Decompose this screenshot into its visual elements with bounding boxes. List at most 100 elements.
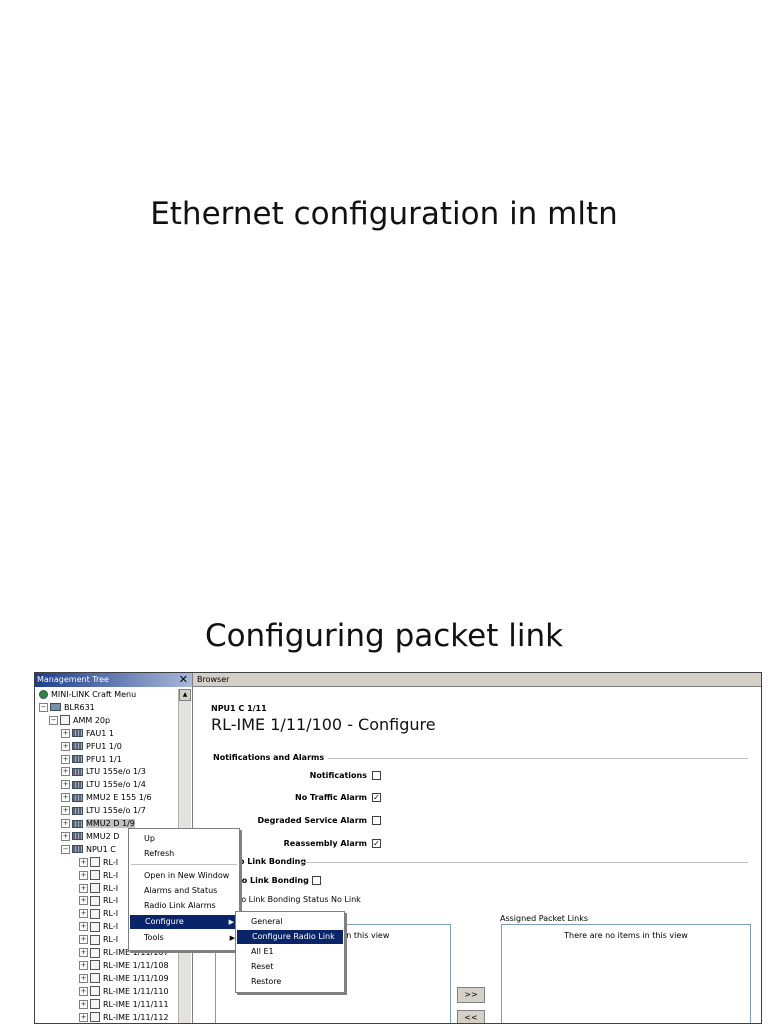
tree-node-label: RL-IME 1/11/110 bbox=[103, 986, 169, 996]
expand-icon[interactable]: + bbox=[79, 1012, 88, 1022]
slide-title-packet-link: Configuring packet link bbox=[204, 618, 564, 654]
tree-node[interactable]: + RL-I bbox=[79, 934, 118, 946]
expand-icon[interactable]: + bbox=[79, 922, 88, 932]
tree-node-label: MMU2 D 1/9 bbox=[86, 819, 135, 828]
menu-separator bbox=[131, 864, 237, 865]
submenu-item-reset[interactable]: Reset bbox=[236, 960, 344, 974]
menu-item-open-new-window[interactable]: Open in New Window bbox=[129, 869, 239, 883]
doc-icon bbox=[90, 986, 100, 997]
reassembly-alarm-checkbox[interactable]: ✓ bbox=[372, 839, 381, 848]
tree-node[interactable]: + LTU 155e/o 1/4 bbox=[61, 779, 146, 791]
doc-icon bbox=[90, 947, 100, 958]
assigned-packet-links-label: Assigned Packet Links bbox=[500, 914, 588, 923]
tree-node[interactable]: + LTU 155e/o 1/7 bbox=[61, 805, 146, 817]
menu-item-up[interactable]: Up bbox=[129, 832, 239, 846]
expand-icon[interactable]: + bbox=[61, 793, 70, 803]
expand-icon[interactable]: + bbox=[61, 806, 70, 816]
expand-icon[interactable]: + bbox=[79, 986, 88, 996]
add-button[interactable]: >> bbox=[457, 987, 485, 1003]
tree-node[interactable]: + PFU1 1/1 bbox=[61, 754, 122, 766]
menu-item-radio-link-alarms[interactable]: Radio Link Alarms bbox=[129, 899, 239, 913]
tree-node[interactable]: + RL-I bbox=[79, 870, 118, 882]
doc-icon bbox=[90, 857, 100, 868]
tree-node-label: RL-IME 1/11/111 bbox=[103, 999, 169, 1009]
tree-node[interactable]: + RL-IME 1/11/108 bbox=[79, 960, 169, 972]
remove-button[interactable]: << bbox=[457, 1010, 485, 1023]
tree-node[interactable]: MINI-LINK Craft Menu bbox=[39, 689, 136, 701]
collapse-icon[interactable]: − bbox=[49, 715, 58, 725]
expand-icon[interactable]: + bbox=[79, 857, 88, 867]
expand-icon[interactable]: + bbox=[79, 883, 88, 893]
assigned-links-list[interactable]: There are no items in this view bbox=[501, 924, 751, 1023]
tree-node[interactable]: + RL-I bbox=[79, 857, 118, 869]
breadcrumb: NPU1 C 1/11 bbox=[211, 704, 267, 713]
notifications-checkbox[interactable] bbox=[372, 771, 381, 780]
tree-node-label: AMM 20p bbox=[73, 715, 111, 725]
link-bonding-checkbox[interactable] bbox=[312, 876, 321, 885]
page-title: RL-IME 1/11/100 - Configure bbox=[211, 715, 436, 734]
submenu-item-general[interactable]: General bbox=[236, 915, 344, 929]
doc-icon bbox=[90, 908, 100, 919]
node-icon bbox=[50, 703, 61, 712]
card-icon bbox=[72, 755, 83, 763]
tree-node[interactable]: + RL-I bbox=[79, 883, 118, 895]
menu-item-configure[interactable]: Configure ▶ bbox=[130, 915, 238, 929]
tree-node-label: LTU 155e/o 1/3 bbox=[86, 767, 146, 777]
tree-node[interactable]: + RL-IME 1/11/111 bbox=[79, 999, 169, 1011]
tree-node[interactable]: − NPU1 C bbox=[61, 844, 116, 856]
section-divider bbox=[328, 758, 748, 759]
submenu-item-configure-radio-link[interactable]: Configure Radio Link bbox=[237, 930, 343, 944]
expand-icon[interactable]: + bbox=[79, 999, 88, 1009]
tree-node[interactable]: + RL-IME 1/11/109 bbox=[79, 973, 169, 985]
card-icon bbox=[72, 729, 83, 738]
tree-node-label: BLR631 bbox=[64, 702, 95, 712]
scroll-up-icon[interactable]: ▲ bbox=[179, 689, 191, 701]
tree-node[interactable]: + FAU1 1 bbox=[61, 728, 114, 740]
degraded-service-alarm-checkbox[interactable] bbox=[372, 816, 381, 825]
expand-icon[interactable]: + bbox=[61, 741, 70, 751]
doc-icon bbox=[90, 934, 100, 945]
tree-node[interactable]: + RL-IME 1/11/112 bbox=[79, 1012, 169, 1024]
expand-icon[interactable]: + bbox=[79, 896, 88, 906]
close-icon[interactable]: ✕ bbox=[179, 673, 188, 687]
tree-node[interactable]: − AMM 20p bbox=[49, 715, 110, 727]
expand-icon[interactable]: + bbox=[79, 948, 88, 957]
tree-node-label: LTU 155e/o 1/7 bbox=[86, 806, 146, 816]
expand-icon[interactable]: + bbox=[61, 754, 70, 764]
configure-submenu: General Configure Radio Link All E1 Rese… bbox=[235, 911, 345, 993]
submenu-item-all-e1[interactable]: All E1 bbox=[236, 945, 344, 959]
tree-node[interactable]: + MMU2 E 155 1/6 bbox=[61, 792, 152, 804]
expand-icon[interactable]: + bbox=[79, 973, 88, 983]
card-icon bbox=[72, 793, 83, 802]
expand-icon[interactable]: + bbox=[61, 767, 70, 777]
expand-icon[interactable]: + bbox=[79, 960, 88, 970]
tree-node[interactable]: − BLR631 bbox=[39, 702, 95, 714]
tree-node[interactable]: + MMU2 D bbox=[61, 831, 119, 843]
tree-node[interactable]: + RL-I bbox=[79, 921, 118, 933]
tree-node[interactable]: + MMU2 D 1/9 bbox=[61, 818, 135, 830]
no-traffic-alarm-checkbox[interactable]: ✓ bbox=[372, 793, 381, 802]
collapse-icon[interactable]: − bbox=[39, 702, 48, 712]
tree-node-label: NPU1 C bbox=[86, 844, 116, 854]
root-icon bbox=[39, 690, 48, 699]
expand-icon[interactable]: + bbox=[79, 870, 88, 880]
doc-icon bbox=[60, 715, 70, 726]
expand-icon[interactable]: + bbox=[79, 935, 88, 945]
expand-icon[interactable]: + bbox=[61, 780, 70, 790]
tree-node-label: RL-IME 1/11/108 bbox=[103, 960, 169, 970]
menu-item-refresh[interactable]: Refresh bbox=[129, 847, 239, 861]
expand-icon[interactable]: + bbox=[61, 831, 70, 841]
tree-node[interactable]: + RL-IME 1/11/110 bbox=[79, 986, 169, 998]
tree-node[interactable]: + PFU1 1/0 bbox=[61, 741, 122, 753]
tree-node[interactable]: + LTU 155e/o 1/3 bbox=[61, 766, 146, 778]
submenu-item-restore[interactable]: Restore bbox=[236, 975, 344, 989]
collapse-icon[interactable]: − bbox=[61, 844, 70, 854]
expand-icon[interactable]: + bbox=[61, 728, 70, 738]
tree-node[interactable]: + RL-I bbox=[79, 895, 118, 907]
link-bonding-label: io Link Bonding bbox=[239, 876, 309, 885]
tree-node[interactable]: + RL-I bbox=[79, 908, 118, 920]
menu-item-alarms-status[interactable]: Alarms and Status bbox=[129, 884, 239, 898]
menu-item-tools[interactable]: Tools ▶ bbox=[129, 931, 239, 945]
expand-icon[interactable]: + bbox=[61, 819, 70, 828]
expand-icon[interactable]: + bbox=[79, 909, 88, 919]
